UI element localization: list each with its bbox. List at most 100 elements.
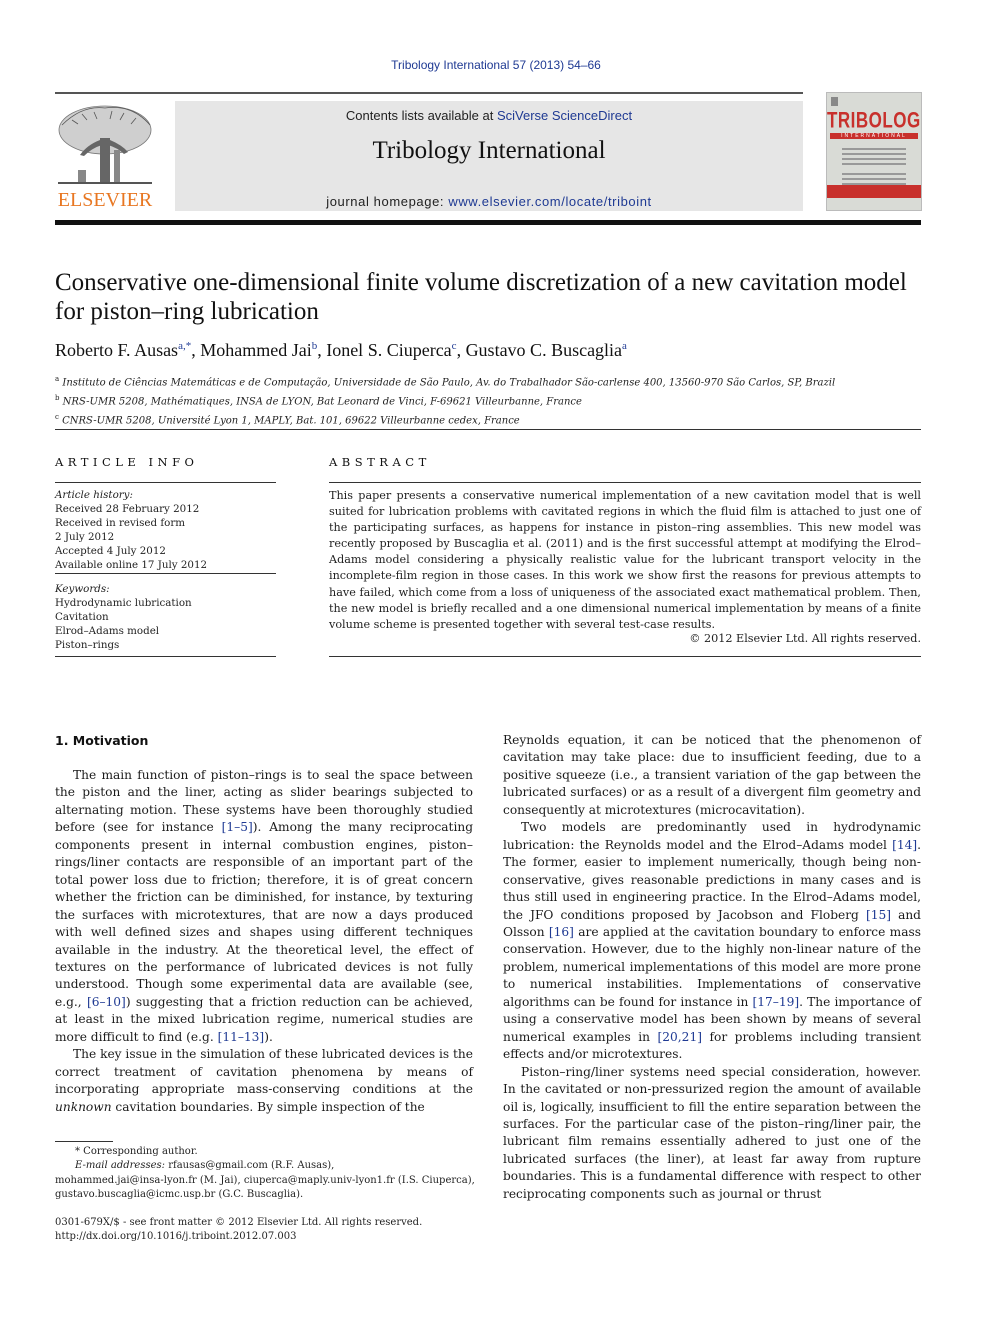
keywords-label: Keywords: — [55, 583, 110, 595]
citation-link[interactable]: [15] — [866, 908, 891, 922]
history-item: Received 28 February 2012 — [55, 503, 200, 516]
author-name: Mohammed Jai — [200, 340, 312, 360]
section-heading: 1. Motivation — [55, 733, 149, 748]
history-item: Available online 17 July 2012 — [55, 559, 208, 572]
article-history: Article history: Received 28 February 20… — [55, 488, 207, 573]
front-matter: 0301-679X/$ - see front matter © 2012 El… — [55, 1216, 422, 1245]
affiliation-text: NRS-UMR 5208, Mathématiques, INSA de LYO… — [62, 396, 582, 408]
journal-name: Tribology International — [372, 137, 606, 164]
keyword: Piston–rings — [55, 639, 120, 652]
journal-reference-link[interactable]: Tribology International 57 (2013) 54–66 — [0, 58, 992, 72]
affiliation-mark: c — [55, 412, 59, 421]
body-column-left: The main function of piston–rings is to … — [55, 767, 473, 1116]
divider — [329, 482, 921, 483]
email-line: E-mail addresses: rfausas@gmail.com (R.F… — [55, 1159, 485, 1173]
divider — [55, 656, 276, 657]
email-line[interactable]: mohammed.jai@insa-lyon.fr (M. Jai), ciup… — [55, 1174, 485, 1188]
history-item: Accepted 4 July 2012 — [55, 545, 166, 558]
author-separator: , — [191, 340, 201, 360]
citation-link[interactable]: [1–5] — [222, 820, 253, 834]
author-list: Roberto F. Ausasa,*, Mohammed Jaib, Ione… — [55, 340, 627, 361]
author-affiliation-mark[interactable]: a,* — [178, 340, 191, 352]
author-name: Gustavo C. Buscaglia — [465, 340, 623, 360]
article-info-heading: ARTICLE INFO — [55, 455, 199, 469]
author-name: Ionel S. Ciuperca — [326, 340, 452, 360]
masthead: Contents lists available at SciVerse Sci… — [175, 101, 803, 211]
body-column-right: Reynolds equation, it can be noticed tha… — [503, 732, 921, 1203]
affiliation: c CNRS-UMR 5208, Université Lyon 1, MAPL… — [55, 410, 835, 429]
header-bottom-rule — [55, 220, 921, 225]
keyword: Elrod–Adams model — [55, 625, 160, 638]
elsevier-wordmark: ELSEVIER — [57, 189, 153, 211]
doi-link[interactable]: http://dx.doi.org/10.1016/j.triboint.201… — [55, 1230, 422, 1244]
citation-link[interactable]: [14] — [892, 838, 917, 852]
emphasis: unknown — [55, 1099, 112, 1114]
contents-prefix: Contents lists available at — [345, 108, 497, 123]
body-paragraph: The main function of piston–rings is to … — [55, 767, 473, 1046]
affiliation-text: Instituto de Ciências Matemáticas e de C… — [62, 377, 836, 389]
text-run: ). — [264, 1029, 273, 1044]
divider — [55, 573, 276, 574]
header-top-rule — [55, 92, 803, 94]
text-run: ). Among the many reciprocating componen… — [55, 820, 473, 1009]
contents-line: Contents lists available at SciVerse Sci… — [175, 108, 803, 123]
keyword: Hydrodynamic lubrication — [55, 597, 192, 610]
affiliation-mark: b — [55, 393, 60, 402]
journal-cover-thumbnail[interactable]: TRIBOLOGY INTERNATIONAL — [826, 92, 922, 211]
affiliation-text: CNRS-UMR 5208, Université Lyon 1, MAPLY,… — [62, 414, 520, 426]
email-address[interactable]: rfausas@gmail.com (R.F. Ausas), — [165, 1160, 334, 1171]
affiliation: a Instituto de Ciências Matemáticas e de… — [55, 372, 835, 391]
history-item: 2 July 2012 — [55, 531, 115, 544]
citation-link[interactable]: [20,21] — [658, 1030, 702, 1044]
author-separator: , — [456, 340, 466, 360]
cover-subtitle: INTERNATIONAL — [830, 133, 918, 139]
abstract-copyright: © 2012 Elsevier Ltd. All rights reserved… — [689, 632, 921, 645]
footnotes: * Corresponding author. E-mail addresses… — [55, 1145, 485, 1202]
footnote-rule — [55, 1141, 113, 1142]
sciencedirect-link[interactable]: SciVerse ScienceDirect — [497, 108, 632, 123]
author: Roberto F. Ausasa,*, — [55, 340, 200, 360]
journal-homepage-link[interactable]: www.elsevier.com/locate/triboint — [448, 194, 651, 209]
keywords: Keywords: Hydrodynamic lubrication Cavit… — [55, 582, 192, 652]
cover-title: TRIBOLOGY — [827, 108, 921, 133]
author-affiliation-mark[interactable]: a — [622, 340, 627, 352]
author-name: Roberto F. Ausas — [55, 340, 179, 360]
text-run: Reynolds equation, it can be noticed tha… — [503, 733, 921, 817]
abstract-text: This paper presents a conservative numer… — [329, 489, 921, 631]
text-run: The key issue in the simulation of these… — [55, 1047, 473, 1097]
author: Gustavo C. Buscagliaa — [466, 340, 627, 360]
divider — [329, 656, 921, 657]
citation-link[interactable]: [6–10] — [87, 995, 126, 1009]
elsevier-tree-icon — [58, 105, 152, 184]
body-paragraph: Piston–ring/liner systems need special c… — [503, 1064, 921, 1204]
affiliation-mark: a — [55, 375, 60, 383]
text-run: Two models are predominantly used in hyd… — [503, 820, 921, 852]
cover-emblem-icon — [831, 97, 838, 106]
author: Mohammed Jaib, — [200, 340, 326, 360]
body-paragraph: Reynolds equation, it can be noticed tha… — [503, 732, 921, 819]
article-history-label: Article history: — [55, 489, 133, 501]
email-line[interactable]: gustavo.buscaglia@icmc.usp.br (G.C. Busc… — [55, 1188, 485, 1202]
article-title: Conservative one-dimensional finite volu… — [55, 269, 907, 325]
divider — [55, 482, 276, 483]
elsevier-logo[interactable]: ELSEVIER — [52, 100, 158, 212]
keyword: Cavitation — [55, 611, 109, 624]
citation-link[interactable]: [11–13] — [218, 1030, 265, 1044]
citation-link[interactable]: [17–19] — [753, 995, 800, 1009]
author: Ionel S. Ciupercac, — [326, 340, 465, 360]
homepage-prefix: journal homepage: — [326, 194, 449, 209]
divider — [55, 429, 921, 430]
text-run: cavitation boundaries. By simple inspect… — [111, 1099, 425, 1114]
abstract-heading: ABSTRACT — [329, 455, 431, 469]
cover-red-band — [827, 185, 921, 198]
front-matter-copyright: 0301-679X/$ - see front matter © 2012 El… — [55, 1217, 423, 1228]
body-paragraph: Two models are predominantly used in hyd… — [503, 819, 921, 1063]
author-separator: , — [317, 340, 327, 360]
corresponding-author-note: * Corresponding author. — [75, 1146, 198, 1157]
history-item: Received in revised form — [55, 517, 186, 530]
email-label: E-mail addresses: — [75, 1160, 166, 1172]
citation-link[interactable]: [16] — [549, 925, 574, 939]
text-run: Piston–ring/liner systems need special c… — [503, 1064, 921, 1201]
body-paragraph: The key issue in the simulation of these… — [55, 1046, 473, 1116]
homepage-line: journal homepage: www.elsevier.com/locat… — [175, 194, 803, 209]
